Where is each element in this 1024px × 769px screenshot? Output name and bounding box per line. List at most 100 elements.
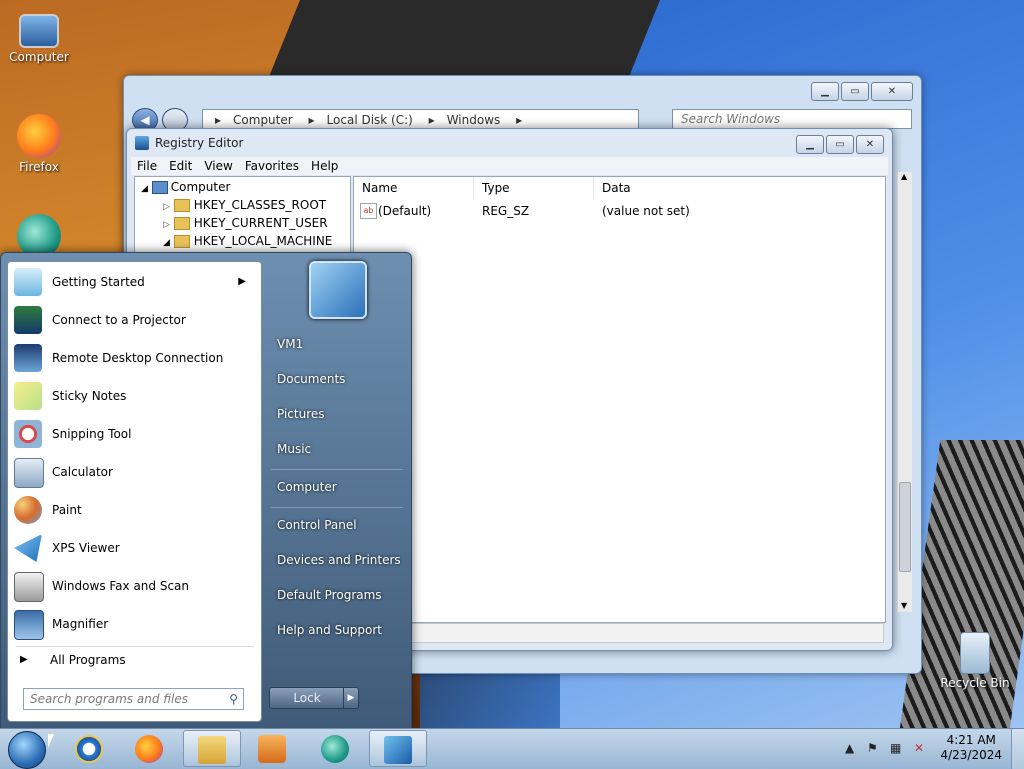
program-label: Paint	[52, 503, 82, 517]
close-button[interactable]: ✕	[871, 82, 913, 101]
volume-muted-icon[interactable]: ✕	[914, 741, 924, 755]
explorer-icon	[198, 736, 226, 764]
desktop-icon-label: Computer	[9, 50, 69, 64]
breadcrumb-computer[interactable]: Computer	[233, 113, 293, 127]
menu-edit[interactable]: Edit	[163, 157, 198, 175]
regedit-icon	[384, 736, 412, 764]
breadcrumb-sep: ▸	[428, 113, 435, 127]
network-icon[interactable]: ▦	[890, 741, 901, 755]
search-input[interactable]: Search Windows	[672, 109, 912, 129]
folder-icon	[173, 235, 190, 248]
scrollbar-thumb[interactable]	[899, 482, 911, 572]
collapse-icon[interactable]: ◢	[141, 184, 148, 194]
system-clock[interactable]: 4:21 AM 4/23/2024	[940, 733, 1002, 763]
program-label: Remote Desktop Connection	[52, 351, 224, 365]
show-hidden-icons-icon[interactable]: ▲	[845, 741, 854, 755]
place-control-panel[interactable]: Control Panel	[277, 518, 357, 532]
column-header-data[interactable]: Data	[594, 177, 884, 199]
expand-icon[interactable]: ▷	[163, 202, 170, 212]
computer-icon	[19, 14, 59, 48]
action-center-flag-icon[interactable]: ⚑	[867, 741, 878, 755]
place-music[interactable]: Music	[277, 442, 311, 456]
menu-view[interactable]: View	[198, 157, 238, 175]
breadcrumb-sep: ▸	[215, 113, 222, 127]
table-row[interactable]: ab (Default) REG_SZ (value not set)	[354, 202, 885, 220]
calculator-icon	[14, 458, 44, 488]
place-user[interactable]: VM1	[277, 337, 303, 351]
show-desktop-button[interactable]	[1011, 729, 1024, 769]
collapse-icon[interactable]: ◢	[163, 238, 170, 248]
taskbar-media-player[interactable]	[244, 730, 302, 767]
place-help-support[interactable]: Help and Support	[277, 623, 382, 637]
taskbar-explorer[interactable]	[183, 730, 241, 767]
expand-icon[interactable]: ▷	[163, 220, 170, 230]
tree-node-label: HKEY_LOCAL_MACHINE	[193, 234, 333, 248]
shutdown-options-arrow-icon[interactable]: ▶	[343, 687, 359, 709]
regedit-title-buttons: ▁ ▭ ✕	[796, 135, 884, 154]
program-calculator[interactable]: Calculator	[8, 454, 258, 490]
lock-button[interactable]: Lock	[269, 687, 345, 709]
place-documents[interactable]: Documents	[277, 372, 345, 386]
desktop-icon-recycle-bin[interactable]: Recycle Bin	[937, 632, 1013, 690]
tree-node-computer[interactable]: ◢ Computer	[141, 178, 230, 196]
place-pictures[interactable]: Pictures	[277, 407, 325, 421]
program-xps-viewer[interactable]: XPS Viewer	[8, 530, 258, 566]
start-button[interactable]	[8, 731, 46, 769]
maximize-button[interactable]: ▭	[826, 135, 854, 154]
separator	[16, 646, 254, 647]
column-header-type[interactable]: Type	[474, 177, 594, 199]
program-label: Windows Fax and Scan	[52, 579, 190, 593]
address-bar[interactable]: ▸ Computer ▸ Local Disk (C:) ▸ Windows ▸	[202, 109, 639, 129]
program-snipping-tool[interactable]: Snipping Tool	[8, 416, 258, 452]
user-picture[interactable]	[309, 261, 367, 319]
minimize-button[interactable]: ▁	[811, 82, 839, 101]
tree-node-label: Computer	[170, 180, 231, 194]
desktop-icon-label: Firefox	[19, 160, 59, 174]
program-magnifier[interactable]: Magnifier	[8, 606, 258, 642]
minimize-button[interactable]: ▁	[796, 135, 824, 154]
values-list[interactable]: Name Type Data ab (Default) REG_SZ (valu…	[353, 176, 886, 623]
tree-node-hkcr[interactable]: ▷ HKEY_CLASSES_ROOT	[163, 196, 326, 214]
place-default-programs[interactable]: Default Programs	[277, 588, 382, 602]
program-getting-started[interactable]: Getting Started ▶	[8, 264, 258, 300]
breadcrumb-sep: ▸	[516, 113, 523, 127]
program-remote-desktop[interactable]: Remote Desktop Connection	[8, 340, 258, 376]
close-button[interactable]: ✕	[856, 135, 884, 154]
explorer-scrollbar[interactable]: ▲ ▼	[897, 172, 912, 612]
breadcrumb-windows[interactable]: Windows	[447, 113, 501, 127]
magnifier-icon	[14, 610, 44, 640]
tree-node-hkcu[interactable]: ▷ HKEY_CURRENT_USER	[163, 214, 328, 232]
tree-node-hklm[interactable]: ◢ HKEY_LOCAL_MACHINE	[163, 232, 332, 250]
scroll-up-icon[interactable]: ▲	[901, 172, 907, 181]
place-computer[interactable]: Computer	[277, 480, 337, 494]
mouse-cursor-icon	[48, 734, 54, 748]
snipping-tool-icon	[14, 420, 42, 448]
all-programs-arrow-icon: ▶	[20, 654, 28, 665]
all-programs-button[interactable]: ▶ All Programs	[8, 649, 258, 671]
taskbar-regedit[interactable]	[369, 730, 427, 767]
start-search-input[interactable]: Search programs and files ⚲	[23, 688, 244, 710]
desktop-icon-computer[interactable]: Computer	[1, 10, 77, 64]
scroll-down-icon[interactable]: ▼	[901, 601, 907, 610]
place-devices-printers[interactable]: Devices and Printers	[277, 553, 401, 567]
column-header-name[interactable]: Name	[354, 177, 474, 199]
program-connect-projector[interactable]: Connect to a Projector	[8, 302, 258, 338]
taskbar-app[interactable]	[307, 730, 365, 767]
clock-date: 4/23/2024	[940, 748, 1002, 762]
program-paint[interactable]: Paint	[8, 492, 258, 528]
desktop-icon-firefox[interactable]: Firefox	[1, 114, 77, 174]
program-label: Sticky Notes	[52, 389, 127, 403]
taskbar-internet-explorer[interactable]	[61, 730, 119, 767]
menu-favorites[interactable]: Favorites	[239, 157, 305, 175]
menu-help[interactable]: Help	[305, 157, 344, 175]
program-sticky-notes[interactable]: Sticky Notes	[8, 378, 258, 414]
menu-file[interactable]: File	[131, 157, 163, 175]
regedit-icon	[135, 136, 149, 150]
program-label: Snipping Tool	[52, 427, 132, 441]
program-fax-scan[interactable]: Windows Fax and Scan	[8, 568, 258, 604]
explorer-title-buttons: ▁ ▭ ✕	[811, 82, 913, 101]
taskbar-firefox[interactable]	[121, 730, 179, 767]
clock-time: 4:21 AM	[946, 733, 996, 747]
breadcrumb-local-disk[interactable]: Local Disk (C:)	[327, 113, 413, 127]
maximize-button[interactable]: ▭	[841, 82, 869, 101]
